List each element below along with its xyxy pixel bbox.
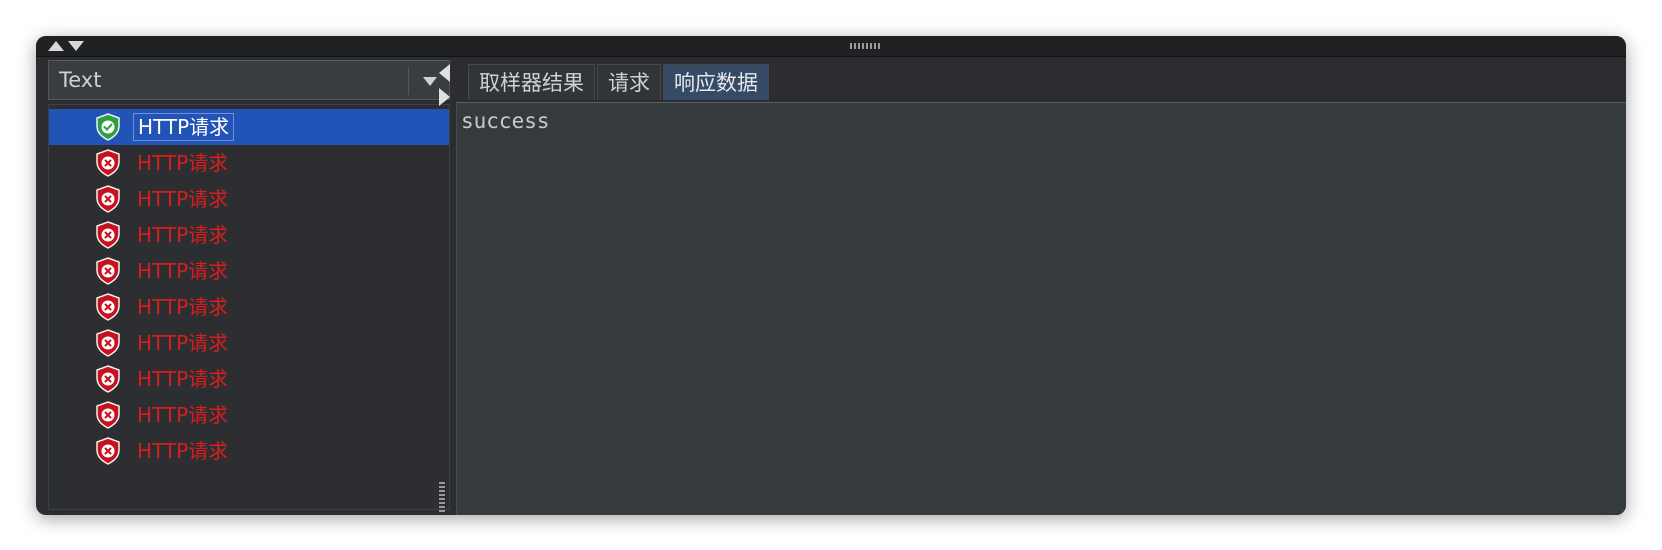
expand-right-icon[interactable] [439,88,450,106]
results-tree[interactable]: HTTP请求 HTTP请求 HTTP请求 HTTP请求 HTTP请求 HTTP请求 HTTP… [48,104,450,510]
error-shield-icon [96,437,120,465]
result-row-label: HTTP请求 [137,367,229,391]
collapse-down-icon[interactable] [68,41,84,51]
result-row-label: HTTP请求 [137,223,229,247]
result-row[interactable]: HTTP请求 [49,433,449,469]
details-tabs: 取样器结果 请求 响应数据 [468,64,771,102]
expand-up-icon[interactable] [48,41,64,51]
result-row[interactable]: HTTP请求 [49,397,449,433]
error-shield-icon [96,149,120,177]
error-shield-icon [96,293,120,321]
error-shield-icon [96,185,120,213]
error-shield-icon [96,401,120,429]
result-row-label: HTTP请求 [137,439,229,463]
tab-response-data[interactable]: 响应数据 [663,64,769,100]
window-topbar [36,36,1626,57]
result-row[interactable]: HTTP请求 [49,325,449,361]
combo-divider [408,67,409,95]
splitter-grip-icon[interactable] [439,482,445,512]
error-shield-icon [96,221,120,249]
result-row-label: HTTP请求 [137,259,229,283]
result-row-label: HTTP请求 [137,151,229,175]
result-row-label: HTTP请求 [137,403,229,427]
tab-sampler-result[interactable]: 取样器结果 [468,64,595,100]
result-row[interactable]: HTTP请求 [49,181,449,217]
drag-grip-icon[interactable] [850,43,880,49]
tab-request[interactable]: 请求 [597,64,661,100]
success-shield-icon [96,113,120,141]
result-row-label: HTTP请求 [137,187,229,211]
response-body-panel[interactable]: success [456,103,1626,515]
pane-splitter[interactable] [434,60,450,515]
error-shield-icon [96,257,120,285]
result-row[interactable]: HTTP请求 [49,217,449,253]
result-row-label: HTTP请求 [137,295,229,319]
result-row-label: HTTP请求 [137,331,229,355]
collapse-left-icon[interactable] [439,64,450,82]
results-window: Text HTTP请求 HTTP请求 HTTP请求 HTTP请求 HTTP请求 HTTP请… [36,36,1626,515]
renderer-select-value: Text [59,68,102,92]
result-row[interactable]: HTTP请求 [49,289,449,325]
result-row[interactable]: HTTP请求 [49,253,449,289]
details-pane: 取样器结果 请求 响应数据 success [456,60,1626,515]
result-row-label: HTTP请求 [133,113,235,141]
response-body-text: success [461,109,550,133]
result-row[interactable]: HTTP请求 [49,109,449,145]
result-row[interactable]: HTTP请求 [49,145,449,181]
renderer-select[interactable]: Text [48,60,450,100]
results-tree-pane: Text HTTP请求 HTTP请求 HTTP请求 HTTP请求 HTTP请求 HTTP请… [48,60,458,515]
result-row[interactable]: HTTP请求 [49,361,449,397]
error-shield-icon [96,329,120,357]
error-shield-icon [96,365,120,393]
